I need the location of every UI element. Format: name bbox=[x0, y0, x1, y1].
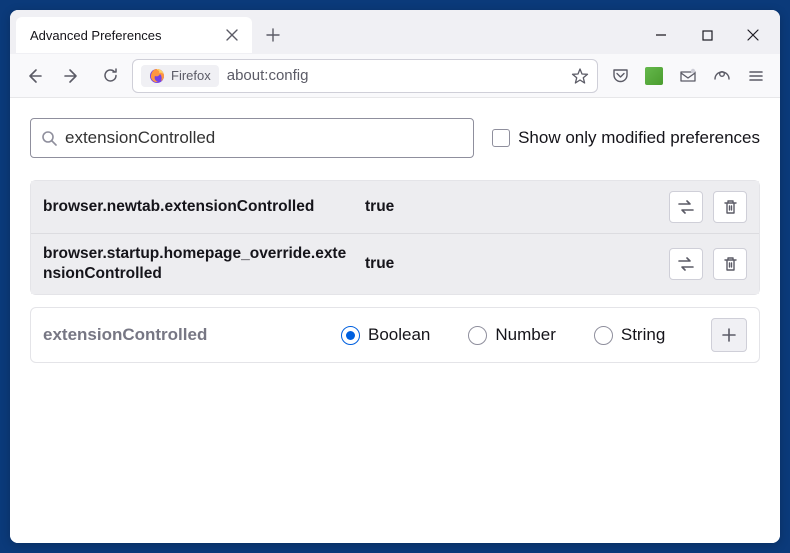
new-pref-container: extensionControlled Boolean Number Strin… bbox=[30, 307, 760, 363]
radio-icon bbox=[594, 326, 613, 345]
window-controls bbox=[638, 19, 780, 51]
search-input[interactable] bbox=[65, 128, 463, 148]
radio-icon bbox=[468, 326, 487, 345]
preference-list: browser.newtab.extensionControlled true … bbox=[30, 180, 760, 295]
toggle-arrows-icon bbox=[677, 257, 695, 271]
reload-icon bbox=[102, 67, 119, 84]
toggle-button[interactable] bbox=[669, 191, 703, 223]
maximize-icon bbox=[702, 30, 713, 41]
url-text: about:config bbox=[227, 67, 563, 84]
star-icon bbox=[571, 67, 589, 85]
plus-icon bbox=[721, 327, 737, 343]
pocket-icon bbox=[612, 67, 629, 84]
identity-label: Firefox bbox=[171, 68, 211, 83]
account-button[interactable] bbox=[706, 60, 738, 92]
pref-name: browser.startup.homepage_override.extens… bbox=[43, 244, 353, 284]
minimize-icon bbox=[655, 29, 667, 41]
trash-icon bbox=[723, 199, 738, 215]
pocket-button[interactable] bbox=[604, 60, 636, 92]
pref-value: true bbox=[365, 198, 657, 216]
search-icon bbox=[41, 130, 57, 146]
trash-icon bbox=[723, 256, 738, 272]
titlebar: Advanced Preferences bbox=[10, 10, 780, 54]
about-config-content: Show only modified preferences browser.n… bbox=[10, 98, 780, 543]
inbox-icon bbox=[679, 67, 697, 85]
back-arrow-icon bbox=[25, 67, 43, 85]
show-modified-checkbox[interactable]: Show only modified preferences bbox=[492, 128, 760, 148]
toggle-arrows-icon bbox=[677, 200, 695, 214]
pref-value: true bbox=[365, 255, 657, 273]
tab-title: Advanced Preferences bbox=[26, 28, 222, 43]
close-tab-button[interactable] bbox=[222, 25, 242, 45]
radio-label: String bbox=[621, 325, 665, 345]
show-modified-label: Show only modified preferences bbox=[518, 128, 760, 148]
new-pref-row: extensionControlled Boolean Number Strin… bbox=[31, 308, 759, 362]
checkbox-icon bbox=[492, 129, 510, 147]
radio-label: Boolean bbox=[368, 325, 430, 345]
maximize-button[interactable] bbox=[684, 19, 730, 51]
close-window-button[interactable] bbox=[730, 19, 776, 51]
pref-name: browser.newtab.extensionControlled bbox=[43, 197, 353, 217]
hamburger-icon bbox=[748, 68, 764, 84]
nav-toolbar: Firefox about:config bbox=[10, 54, 780, 98]
close-icon bbox=[747, 29, 759, 41]
account-icon bbox=[713, 67, 731, 85]
radio-boolean[interactable]: Boolean bbox=[341, 325, 430, 345]
delete-button[interactable] bbox=[713, 191, 747, 223]
close-icon bbox=[226, 29, 238, 41]
toggle-button[interactable] bbox=[669, 248, 703, 280]
app-menu-button[interactable] bbox=[740, 60, 772, 92]
search-row: Show only modified preferences bbox=[30, 118, 760, 158]
radio-string[interactable]: String bbox=[594, 325, 665, 345]
inbox-button[interactable] bbox=[672, 60, 704, 92]
firefox-window: Advanced Preferences bbox=[10, 10, 780, 543]
extension-icon bbox=[645, 67, 663, 85]
add-pref-button[interactable] bbox=[711, 318, 747, 352]
minimize-button[interactable] bbox=[638, 19, 684, 51]
reload-button[interactable] bbox=[94, 60, 126, 92]
delete-button[interactable] bbox=[713, 248, 747, 280]
radio-number[interactable]: Number bbox=[468, 325, 555, 345]
bookmark-star-button[interactable] bbox=[571, 67, 589, 85]
pref-row[interactable]: browser.newtab.extensionControlled true bbox=[31, 181, 759, 233]
type-radio-group: Boolean Number String bbox=[341, 325, 693, 345]
back-button[interactable] bbox=[18, 60, 50, 92]
browser-tab-active[interactable]: Advanced Preferences bbox=[16, 17, 252, 53]
firefox-logo-icon bbox=[149, 68, 165, 84]
pref-row[interactable]: browser.startup.homepage_override.extens… bbox=[31, 233, 759, 294]
url-bar[interactable]: Firefox about:config bbox=[132, 59, 598, 93]
forward-button[interactable] bbox=[56, 60, 88, 92]
plus-icon bbox=[266, 28, 280, 42]
forward-arrow-icon bbox=[63, 67, 81, 85]
radio-label: Number bbox=[495, 325, 555, 345]
radio-icon bbox=[341, 326, 360, 345]
new-tab-button[interactable] bbox=[258, 20, 288, 50]
extension-button[interactable] bbox=[638, 60, 670, 92]
new-pref-name: extensionControlled bbox=[43, 325, 323, 345]
identity-box[interactable]: Firefox bbox=[141, 65, 219, 87]
search-box[interactable] bbox=[30, 118, 474, 158]
